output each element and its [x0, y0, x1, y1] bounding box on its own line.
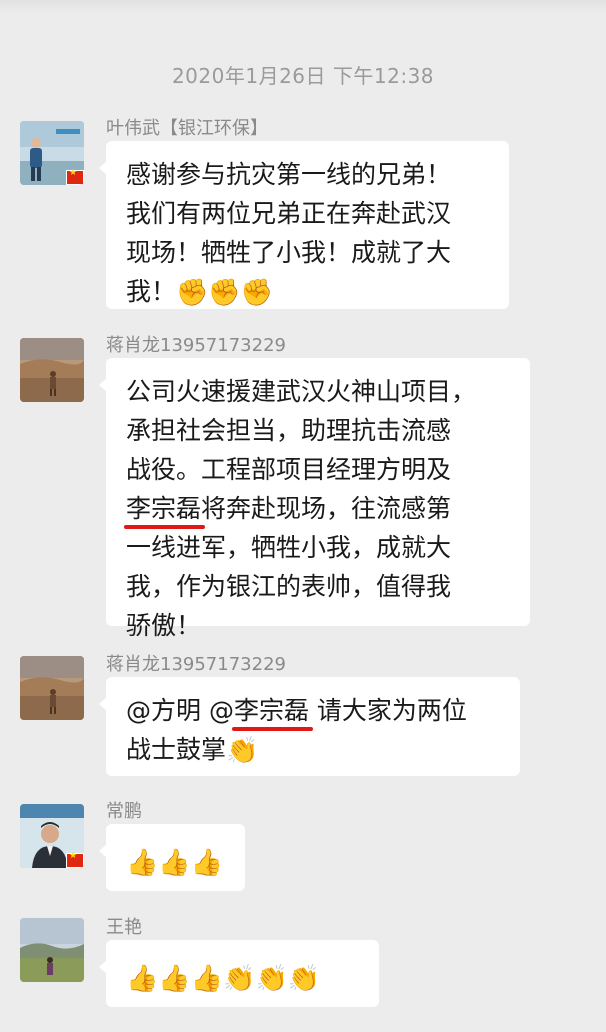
desert-figure-avatar[interactable]: [20, 656, 84, 720]
clap-emoji-icon: 👏: [226, 736, 259, 766]
message-line: @方明 @李宗磊 请大家为两位: [126, 691, 502, 731]
sender-name: 王艳: [106, 917, 142, 938]
message-line: 👍👍👍👏👏👏: [126, 958, 361, 997]
message-line: 承担社会担当，助理抗击流感: [126, 416, 452, 445]
top-fade: [0, 0, 606, 14]
thumbs-up-emoji-icon: 👍: [190, 848, 224, 878]
mention-link[interactable]: @方明: [126, 696, 201, 725]
message-text: 我！: [126, 277, 177, 306]
message-line: 战役。工程部项目经理方明及: [126, 455, 452, 484]
mention-at: @: [208, 696, 234, 725]
thumbs-up-emoji-icon: 👍: [158, 848, 191, 878]
fist-emoji-icon: ✊: [176, 278, 209, 308]
message-line: 现场！牺牲了小我！成就了大: [126, 238, 452, 267]
mention-link[interactable]: 李宗磊: [231, 691, 314, 731]
message-line: 我，作为银江的表帅，值得我: [126, 572, 452, 601]
underlined-name: 李宗磊: [123, 489, 206, 529]
message-line: 👍👍👍: [126, 842, 227, 881]
fist-emoji-icon: ✊: [240, 278, 274, 308]
message-line: 感谢参与抗灾第一线的兄弟！: [126, 160, 452, 189]
man-standing-avatar[interactable]: [20, 121, 84, 185]
message-line: 我！✊✊✊: [126, 272, 491, 311]
message-bubble[interactable]: @方明 @李宗磊 请大家为两位 战士鼓掌👏: [99, 677, 520, 776]
message-bubble[interactable]: 感谢参与抗灾第一线的兄弟！ 我们有两位兄弟正在奔赴武汉 现场！牺牲了小我！成就了…: [99, 141, 509, 311]
fist-emoji-icon: ✊: [208, 278, 241, 308]
desert-figure-avatar[interactable]: [20, 338, 84, 402]
message-line: 李宗磊将奔赴现场，往流感第: [123, 489, 512, 529]
china-flag-icon: [66, 168, 84, 185]
message-line: 我们有两位兄弟正在奔赴武汉: [126, 199, 452, 228]
message-line: 战士鼓掌👏: [126, 730, 502, 769]
message-line: 骄傲！: [126, 611, 202, 640]
landscape-avatar[interactable]: [20, 918, 84, 982]
thumbs-up-emoji-icon: 👍: [126, 848, 159, 878]
clap-emoji-icon: 👏: [287, 964, 321, 994]
thumbs-up-emoji-icon: 👍: [126, 964, 159, 994]
clap-emoji-icon: 👏: [255, 964, 288, 994]
sender-name: 叶伟武【银江环保】: [106, 118, 268, 139]
message-text: 请大家为两位: [308, 696, 467, 725]
message-text: 战士鼓掌: [126, 735, 227, 764]
message-text: 将奔赴现场，往流感第: [201, 494, 452, 523]
china-flag-icon: [66, 851, 84, 868]
message-bubble[interactable]: 公司火速援建武汉火神山项目， 承担社会担当，助理抗击流感 战役。工程部项目经理方…: [99, 358, 530, 640]
message-bubble[interactable]: 👍👍👍👏👏👏: [99, 940, 379, 1007]
chat-timestamp: 2020年1月26日 下午12:38: [171, 64, 435, 88]
message-bubble[interactable]: 👍👍👍: [99, 824, 245, 891]
sender-name: 蒋肖龙13957173229: [106, 654, 286, 675]
thumbs-up-emoji-icon: 👍: [158, 964, 191, 994]
message-line: 一线进军，牺牲小我，成就大: [126, 533, 452, 562]
man-portrait-avatar[interactable]: [20, 804, 84, 868]
clap-emoji-icon: 👏: [223, 964, 256, 994]
sender-name: 常鹏: [106, 801, 142, 822]
thumbs-up-emoji-icon: 👍: [190, 964, 224, 994]
message-line: 公司火速援建武汉火神山项目，: [126, 377, 477, 406]
sender-name: 蒋肖龙13957173229: [106, 335, 286, 356]
